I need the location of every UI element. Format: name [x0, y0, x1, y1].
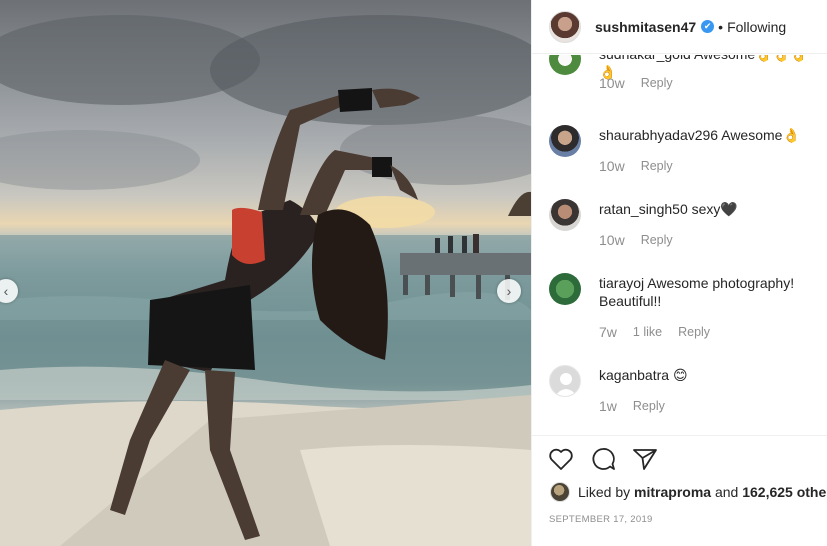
speech-bubble-icon[interactable] [590, 447, 616, 471]
post-photo[interactable]: ‹ › [0, 0, 531, 546]
reply-button[interactable]: Reply [641, 76, 673, 91]
reply-button[interactable]: Reply [633, 399, 665, 414]
post-actions: Liked by mitraproma and 162,625 others S… [532, 435, 827, 525]
profile-avatar[interactable] [549, 10, 581, 43]
reply-button[interactable]: Reply [678, 325, 710, 340]
comment-avatar[interactable] [549, 199, 581, 231]
comment-avatar[interactable] [549, 55, 581, 75]
comment-avatar[interactable] [549, 125, 581, 157]
default-avatar-icon[interactable] [549, 365, 581, 397]
comment-time[interactable]: 10w [599, 232, 625, 248]
comment-time[interactable]: 1w [599, 398, 617, 414]
comment-time[interactable]: 7w [599, 324, 617, 340]
comment-likes[interactable]: 1 like [633, 325, 662, 340]
comment-text: sexy🖤 [691, 201, 738, 217]
comment-time[interactable]: 10w [599, 158, 625, 174]
heart-outline-icon[interactable] [548, 447, 574, 471]
verified-badge-icon: ✔ [701, 20, 715, 33]
comment-avatar[interactable] [549, 273, 581, 305]
beach-scene-image [0, 15, 531, 546]
comment-text: Awesome👌 [721, 127, 800, 143]
post-side-panel: sushmitasen47 ✔ • Following sudhakar_gol… [531, 0, 827, 546]
reply-button[interactable]: Reply [641, 233, 673, 248]
comment-username[interactable]: sudhakar_gold [599, 55, 691, 62]
post-header: sushmitasen47 ✔ • Following [532, 0, 827, 54]
liked-by-count[interactable]: 162,625 others [742, 484, 827, 500]
paper-plane-icon[interactable] [632, 447, 658, 471]
liked-by-avatar[interactable] [550, 482, 570, 502]
liked-by-and: and [714, 484, 739, 500]
chevron-right-icon: › [506, 283, 512, 299]
liked-by-prefix: Liked by [578, 484, 631, 500]
comment-username[interactable]: shaurabhyadav296 [599, 127, 718, 143]
comment-username[interactable]: kaganbatra [599, 367, 669, 383]
liked-by-summary: Liked by mitraproma and 162,625 others [550, 482, 827, 502]
comment-username[interactable]: ratan_singh50 [599, 201, 688, 217]
header-separator: • [718, 18, 724, 35]
comments-list[interactable]: sudhakar_gold Awesome👌👌👌👌 10w Reply shau… [532, 55, 827, 435]
comment-time[interactable]: 10w [599, 75, 625, 91]
post-username[interactable]: sushmitasen47 [595, 19, 696, 35]
reply-button[interactable]: Reply [641, 159, 673, 174]
next-photo-button[interactable]: › [497, 279, 521, 303]
chevron-left-icon: ‹ [3, 283, 9, 299]
following-button[interactable]: Following [727, 19, 786, 35]
post-date[interactable]: SEPTEMBER 17, 2019 [549, 514, 653, 525]
comment-text: 😊 [672, 367, 688, 383]
liked-by-user[interactable]: mitraproma [634, 484, 711, 500]
comment-username[interactable]: tiarayoj [599, 275, 644, 291]
